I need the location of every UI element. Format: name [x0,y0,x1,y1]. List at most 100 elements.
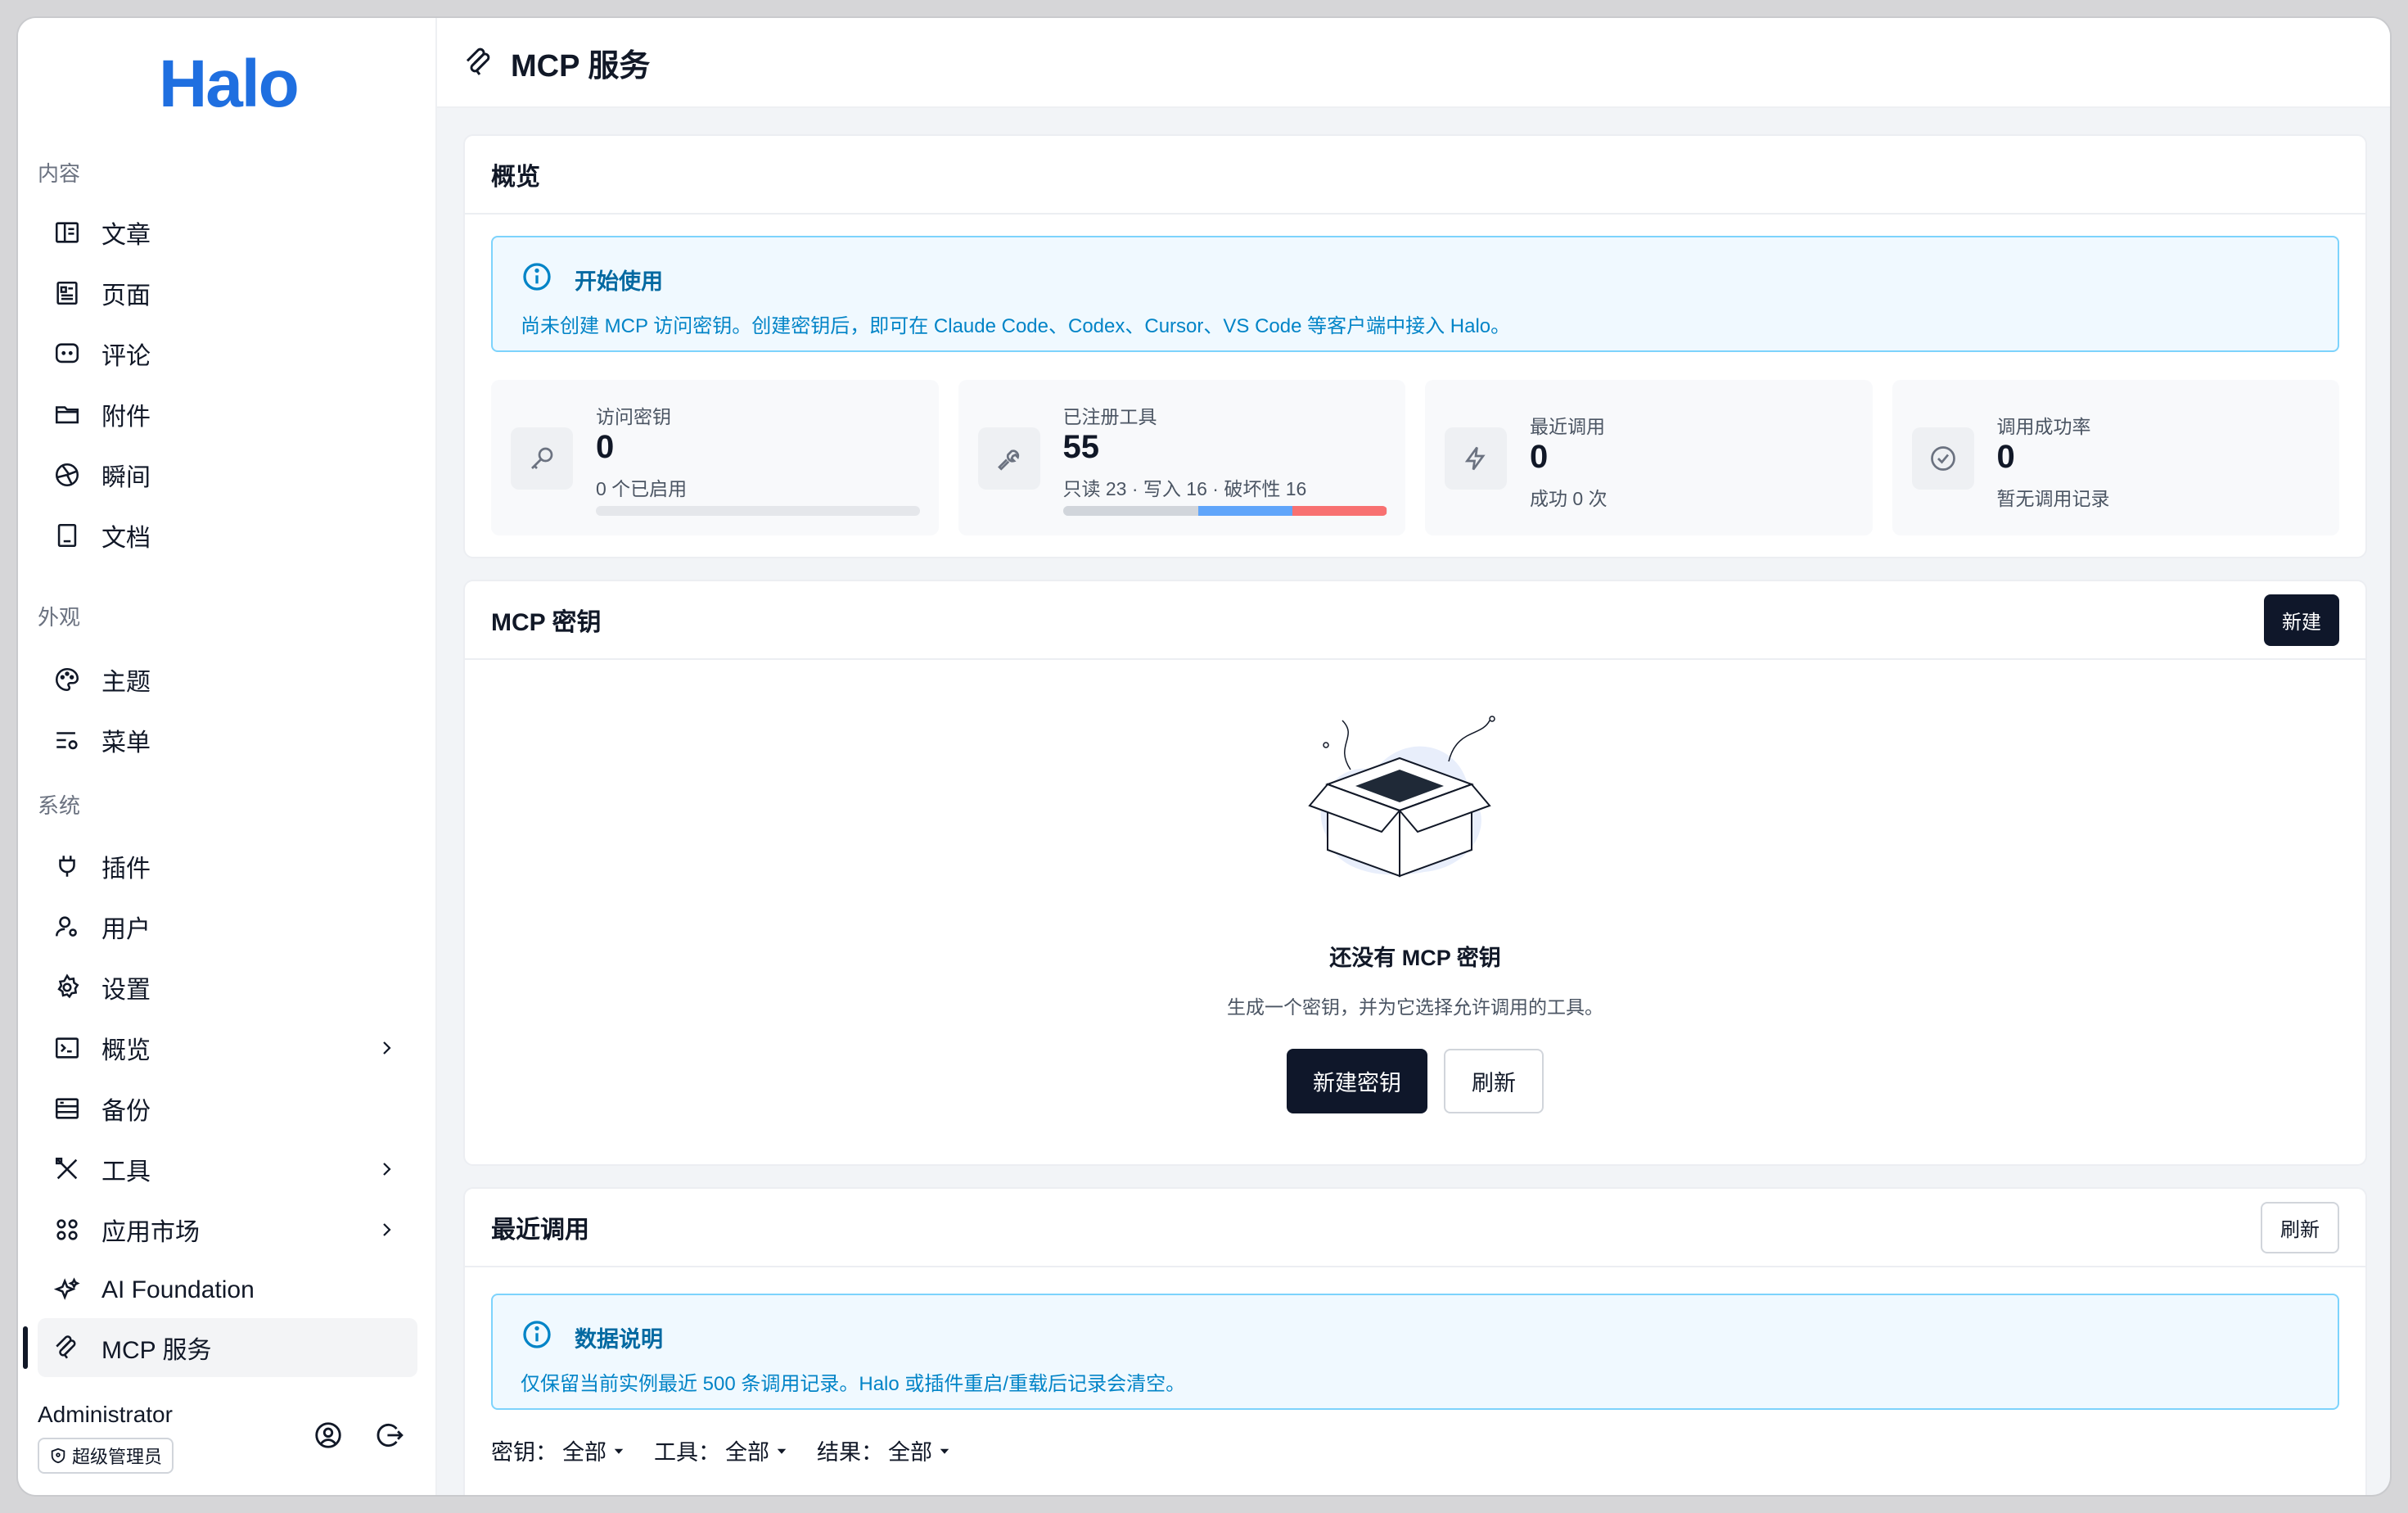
caret-down-icon [940,1448,949,1454]
sidebar-item-posts[interactable]: 文章 [38,203,417,262]
moment-icon [38,461,97,489]
section-system: 系统 [38,793,81,818]
keys-progress-bar [596,506,920,516]
filter-value: 全部 [888,1440,932,1465]
palette-icon [38,666,97,693]
bar-segment-write [1198,506,1293,516]
filter-key[interactable]: 密钥： 全部 [491,1434,626,1466]
filters-row: 密钥： 全部 工具： 全部 结果： 全部 [491,1434,952,1466]
sidebar: Halo 内容 文章 页面 评论 附件 瞬间 文档 外观 主题 菜单 系统 插件… [18,18,437,1495]
empty-description: 生成一个密钥，并为它选择允许调用的工具。 [1227,996,1603,1018]
sidebar-item-overview[interactable]: 概览 [38,1018,417,1077]
stat-value: 0 [1996,439,2015,475]
filter-result[interactable]: 结果： 全部 [817,1434,952,1466]
shield-icon [51,1448,65,1464]
sidebar-item-label: 插件 [101,856,151,883]
overview-title: 概览 [491,164,540,191]
bar-segment-readonly [1062,506,1199,516]
check-circle-icon [1911,427,1974,490]
profile-icon[interactable] [313,1420,344,1455]
plug-icon [38,852,97,880]
chevron-right-icon [377,1159,396,1183]
stat-sub: 暂无调用记录 [1996,488,2110,509]
stat-sub: 0 个已启用 [596,478,688,499]
sidebar-item-label: 设置 [101,977,151,1004]
sidebar-item-label: 用户 [101,916,151,943]
page-header: MCP 服务 [437,18,2390,108]
sidebar-item-label: 页面 [101,282,151,309]
filter-label: 密钥： [491,1440,557,1465]
section-content: 内容 [38,161,81,186]
brand-logo[interactable]: Halo [159,46,300,123]
sidebar-item-mcp[interactable]: MCP 服务 [38,1318,417,1377]
sidebar-item-label: 瞬间 [101,464,151,491]
sidebar-item-backup[interactable]: 备份 [38,1079,417,1138]
stat-value: 55 [1062,429,1100,465]
caret-down-icon [614,1448,624,1454]
sidebar-item-label: 附件 [101,404,151,431]
mcp-icon [466,47,490,75]
mcp-keys-card: MCP 密钥 新建 还没有 MCP 密钥 生成一个密钥，并为它选择允许调用的工具… [463,580,2367,1166]
new-key-button[interactable]: 新建 [2264,594,2339,646]
stat-label: 已注册工具 [1062,406,1157,427]
info-icon [521,1318,553,1355]
sparkle-icon [38,1276,97,1304]
sidebar-item-label: 文档 [101,525,151,552]
sidebar-item-attachments[interactable]: 附件 [38,385,417,444]
logout-icon[interactable] [373,1420,404,1455]
sidebar-item-settings[interactable]: 设置 [38,958,417,1017]
empty-title: 还没有 MCP 密钥 [1329,946,1501,970]
stat-label: 最近调用 [1530,416,1605,437]
sidebar-item-app-market[interactable]: 应用市场 [38,1200,417,1259]
tools-breakdown-bar [1062,506,1387,516]
sidebar-item-label: 概览 [101,1037,151,1064]
refresh-keys-button[interactable]: 刷新 [1444,1049,1544,1113]
sidebar-item-label: 文章 [101,222,151,249]
sidebar-item-tools[interactable]: 工具 [38,1140,417,1199]
stat-recent-calls: 最近调用 0 成功 0 次 [1425,380,1873,535]
filter-tool[interactable]: 工具： 全部 [654,1434,789,1466]
sidebar-item-moments[interactable]: 瞬间 [38,445,417,504]
apps-icon [38,1216,97,1244]
sidebar-item-label: 应用市场 [101,1219,200,1246]
active-indicator [23,1326,28,1369]
sidebar-item-comments[interactable]: 评论 [38,324,417,383]
sidebar-item-users[interactable]: 用户 [38,897,417,956]
role-badge: 超级管理员 [38,1438,174,1474]
user-gear-icon [38,913,97,941]
empty-actions: 新建密钥 刷新 [465,1049,2365,1113]
sidebar-item-label: 备份 [101,1098,151,1125]
wrench-icon [977,427,1040,490]
overview-header: 概览 [465,136,2365,215]
stat-value: 0 [596,429,615,465]
bar-segment-destructive [1292,506,1387,516]
sidebar-item-themes[interactable]: 主题 [38,650,417,709]
refresh-calls-button[interactable]: 刷新 [2261,1201,2339,1253]
overview-card: 概览 开始使用 尚未创建 MCP 访问密钥。创建密钥后，即可在 Claude C… [463,134,2367,558]
sidebar-item-pages[interactable]: 页面 [38,264,417,323]
menu-settings-icon [38,726,97,754]
sidebar-item-plugins[interactable]: 插件 [38,837,417,896]
sidebar-item-ai-foundation[interactable]: AI Foundation [38,1261,417,1320]
tools-icon [38,1155,97,1183]
alert-title: 数据说明 [575,1327,663,1352]
recent-title: 最近调用 [491,1217,589,1244]
stat-registered-tools: 已注册工具 55 只读 23 · 写入 16 · 破坏性 16 [958,380,1405,535]
create-key-button[interactable]: 新建密钥 [1287,1049,1427,1113]
keys-title: MCP 密钥 [491,609,602,636]
bolt-icon [1445,427,1507,490]
stat-sub: 只读 23 · 写入 16 · 破坏性 16 [1062,478,1307,499]
empty-box-illustration [1301,712,1498,892]
sidebar-item-docs[interactable]: 文档 [38,506,417,565]
sidebar-item-label: 菜单 [101,729,151,756]
chevron-right-icon [377,1220,396,1244]
main-content: MCP 服务 概览 开始使用 尚未创建 MCP 访问密钥。创建密钥后，即可在 C… [437,18,2390,1495]
chevron-right-icon [377,1038,396,1062]
sidebar-item-label: 工具 [101,1158,151,1186]
user-info: Administrator 超级管理员 [38,1402,174,1474]
section-appearance: 外观 [38,605,81,630]
page-title: MCP 服务 [511,48,651,84]
sidebar-item-menus[interactable]: 菜单 [38,711,417,770]
terminal-icon [38,1034,97,1062]
article-icon [38,219,97,246]
